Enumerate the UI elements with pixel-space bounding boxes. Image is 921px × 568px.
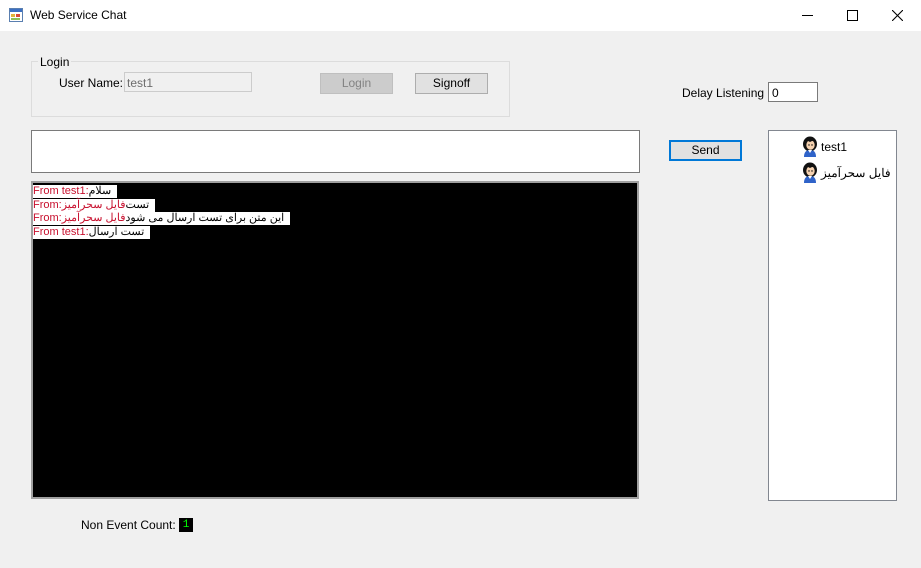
chat-from: From [33, 212, 59, 225]
chat-from: From [33, 198, 59, 212]
login-group-label: Login [38, 55, 72, 69]
user-avatar-icon [803, 162, 817, 183]
message-input[interactable] [31, 130, 640, 173]
user-list[interactable]: test1 فایل سحرآمیز [768, 130, 897, 501]
minimize-button[interactable] [784, 0, 830, 31]
window-title: Web Service Chat [30, 8, 127, 22]
chat-message: From test1:تست ارسال [33, 225, 637, 240]
user-name: فایل سحرآمیز [821, 166, 891, 180]
chat-sender: فایل سحرآمیز: [58, 212, 126, 225]
chat-log[interactable]: From test1:سلام From فایل سحرآمیز:تست Fr… [31, 181, 639, 499]
chat-sender: فایل سحرآمیز: [58, 198, 126, 212]
app-icon [9, 8, 23, 22]
chat-text: تست [125, 198, 156, 212]
maximize-button[interactable] [829, 0, 875, 31]
non-event-count-value: 1 [179, 518, 193, 532]
close-button[interactable] [874, 0, 920, 31]
signoff-button[interactable]: Signoff [415, 73, 488, 94]
username-label: User Name: [59, 76, 124, 90]
username-field[interactable]: test1 [124, 72, 252, 92]
send-button[interactable]: Send [669, 140, 742, 161]
chat-text: این متن برای تست ارسال می شود [125, 212, 291, 225]
chat-from: From test1: [33, 225, 89, 239]
user-avatar-icon [803, 136, 817, 157]
chat-text: تست ارسال [88, 225, 151, 239]
delay-listening-field[interactable]: 0 [768, 82, 818, 102]
chat-from: From test1: [33, 185, 89, 198]
login-button[interactable]: Login [320, 73, 393, 94]
chat-text: سلام [88, 185, 118, 198]
non-event-count-label: Non Event Count: [81, 518, 176, 532]
user-name: test1 [821, 140, 848, 154]
chat-message: From فایل سحرآمیز:تست [33, 198, 637, 213]
chat-message: From فایل سحرآمیز:این متن برای تست ارسال… [33, 212, 637, 226]
title-bar: Web Service Chat [0, 0, 921, 31]
delay-listening-label: Delay Listening [682, 86, 765, 100]
chat-message: From test1:سلام [33, 185, 637, 199]
